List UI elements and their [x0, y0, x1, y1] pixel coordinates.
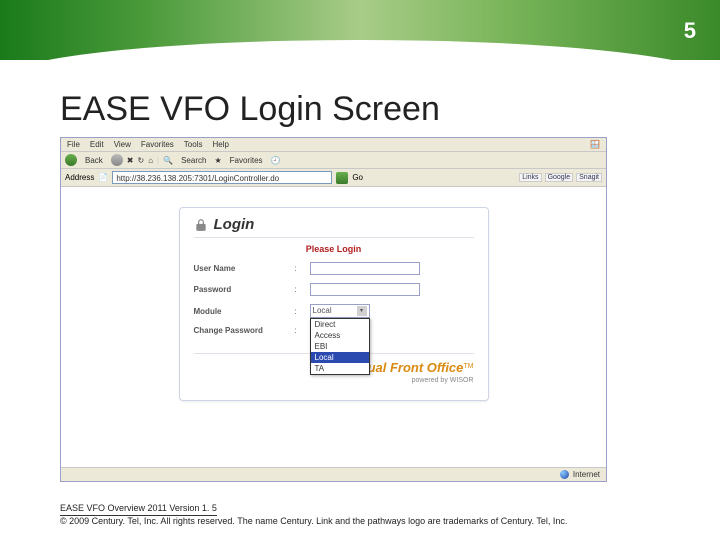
menu-help[interactable]: Help — [212, 140, 228, 149]
slide-title: EASE VFO Login Screen — [60, 90, 720, 129]
refresh-icon[interactable]: ↻ — [138, 156, 145, 165]
search-button[interactable]: Search — [177, 155, 210, 166]
footer-line1: EASE VFO Overview 2011 Version 1. 5 — [60, 503, 217, 517]
go-button[interactable] — [336, 172, 348, 184]
link-google[interactable]: Google — [545, 173, 574, 182]
powered-by: powered by WISOR — [194, 377, 474, 384]
address-input[interactable]: http://38.236.138.205:7301/LoginControll… — [112, 171, 332, 184]
history-icon[interactable]: 🕘 — [271, 156, 281, 165]
module-select[interactable]: Local ▾ — [310, 304, 370, 318]
row-module: Module : Local ▾ Direct Access EBI Local… — [194, 304, 474, 318]
password-input[interactable] — [310, 283, 420, 296]
module-selected-value: Local — [313, 305, 332, 317]
chevron-down-icon[interactable]: ▾ — [357, 306, 367, 316]
globe-icon — [560, 470, 569, 479]
row-password: Password : — [194, 283, 474, 296]
module-option-access[interactable]: Access — [311, 330, 369, 341]
slide-footer: EASE VFO Overview 2011 Version 1. 5 © 20… — [60, 503, 567, 528]
link-snagit[interactable]: Snagit — [576, 173, 602, 182]
browser-menubar: File Edit View Favorites Tools Help 🪟 — [61, 138, 606, 152]
module-label: Module — [194, 307, 282, 316]
login-header: Login — [194, 216, 474, 238]
please-login-text: Please Login — [194, 244, 474, 254]
browser-addressbar: Address 📄 http://38.236.138.205:7301/Log… — [61, 169, 606, 187]
module-option-ebi[interactable]: EBI — [311, 341, 369, 352]
go-label: Go — [352, 173, 363, 182]
home-icon[interactable]: ⌂ — [148, 156, 153, 165]
slide-header: 5 — [0, 0, 720, 60]
username-label: User Name — [194, 264, 282, 273]
favorites-icon[interactable]: ★ — [214, 156, 221, 165]
page-content: Login Please Login User Name : Password … — [61, 187, 606, 467]
favorites-button[interactable]: Favorites — [226, 155, 267, 166]
password-label: Password — [194, 285, 282, 294]
browser-screenshot: File Edit View Favorites Tools Help 🪟 Ba… — [60, 137, 607, 482]
back-icon[interactable] — [65, 154, 77, 166]
username-input[interactable] — [310, 262, 420, 275]
row-username: User Name : — [194, 262, 474, 275]
address-label: Address — [65, 173, 94, 182]
menu-view[interactable]: View — [114, 140, 131, 149]
windows-logo-icon: 🪟 — [590, 140, 600, 149]
trademark: TM — [463, 363, 473, 370]
status-zone: Internet — [573, 470, 600, 479]
menu-tools[interactable]: Tools — [184, 140, 203, 149]
page-icon: 📄 — [98, 173, 108, 182]
module-option-ta[interactable]: TA — [311, 363, 369, 374]
browser-statusbar: Internet — [61, 467, 606, 481]
module-option-direct[interactable]: Direct — [311, 319, 369, 330]
forward-icon[interactable] — [111, 154, 123, 166]
menu-favorites[interactable]: Favorites — [141, 140, 174, 149]
links-bar: Links Google Snagit — [519, 173, 602, 182]
back-button[interactable]: Back — [81, 155, 107, 166]
search-icon[interactable]: 🔍 — [163, 156, 173, 165]
module-dropdown[interactable]: Direct Access EBI Local TA — [310, 318, 370, 375]
footer-line2: © 2009 Century. Tel, Inc. All rights res… — [60, 516, 567, 526]
links-label[interactable]: Links — [519, 173, 541, 182]
menu-edit[interactable]: Edit — [90, 140, 104, 149]
browser-toolbar: Back ✖ ↻ ⌂ | 🔍 Search ★ Favorites 🕘 — [61, 152, 606, 169]
slide-number: 5 — [684, 18, 696, 44]
module-option-local[interactable]: Local — [311, 352, 369, 363]
login-card: Login Please Login User Name : Password … — [179, 207, 489, 401]
change-password-label: Change Password — [194, 326, 282, 335]
login-title: Login — [214, 216, 255, 233]
menu-file[interactable]: File — [67, 140, 80, 149]
lock-icon — [194, 218, 208, 232]
stop-icon[interactable]: ✖ — [127, 156, 134, 165]
